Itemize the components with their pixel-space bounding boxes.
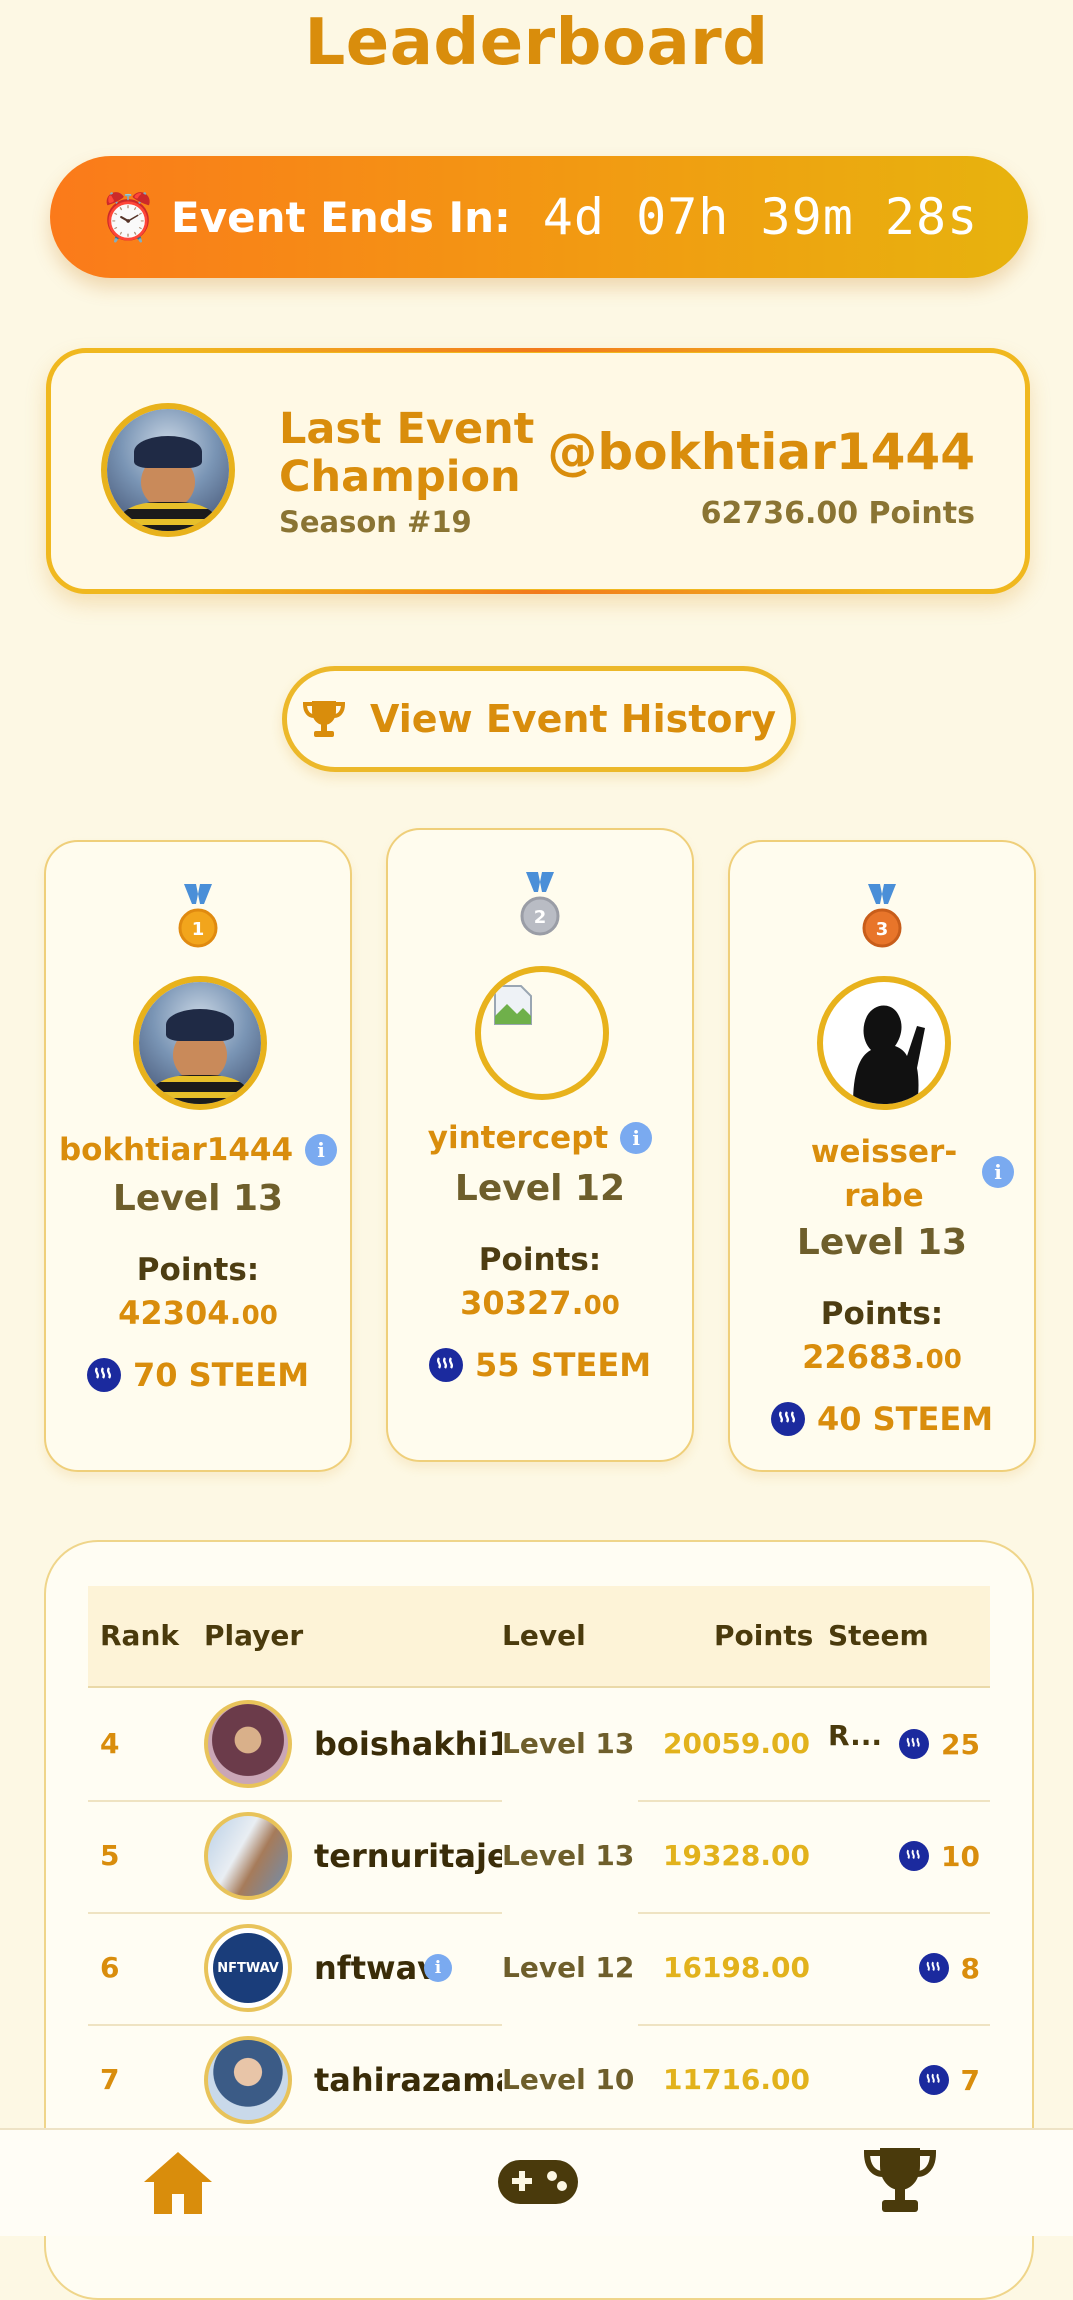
player-points: 16198.00 — [662, 1951, 810, 1984]
podium-reward: 40 STEEM — [816, 1400, 994, 1438]
champion-avatar — [101, 403, 235, 537]
player-avatar — [204, 1700, 292, 1788]
alarm-clock-icon: ⏰ — [99, 189, 158, 244]
table-row[interactable]: 5 ternuritajes Level 13 19328.00 10 — [88, 1800, 990, 1914]
info-icon[interactable]: i — [424, 1954, 452, 1982]
podium-username[interactable]: weisser-rabe — [794, 1130, 974, 1218]
podium-card-first[interactable]: 1 bokhtiar1444 i Level 13 Points: 42304.… — [44, 840, 352, 1472]
champion-season: Season #19 — [279, 505, 472, 539]
player-level: Level 13 — [502, 1688, 639, 1800]
podium-username[interactable]: bokhtiar1444 — [59, 1132, 293, 1168]
podium-points-label: Points: — [136, 1252, 260, 1288]
row-rank: 4 — [100, 1727, 120, 1760]
trophy-icon — [302, 701, 345, 737]
countdown-timer: 4d 07h 39m 28s — [542, 188, 979, 246]
info-icon[interactable]: i — [305, 1134, 338, 1166]
player-level: Level 13 — [502, 1800, 639, 1912]
table-row[interactable]: 4 boishakhi12 Level 13 20059.00 25 — [88, 1688, 990, 1802]
steem-icon — [770, 1402, 805, 1436]
player-avatar — [204, 1812, 292, 1900]
steem-icon — [899, 1841, 930, 1871]
row-rank: 6 — [100, 1951, 120, 1984]
player-reward: 25 — [941, 1727, 980, 1761]
podium-level: Level 13 — [796, 1222, 968, 1263]
champion-points: 62736.00 Points — [700, 496, 975, 531]
podium-points-value: 22683. — [802, 1338, 926, 1376]
home-icon[interactable] — [140, 2148, 216, 2218]
podium-points-value: 30327. — [460, 1284, 584, 1322]
player-reward: 10 — [941, 1839, 980, 1873]
countdown-label: Event Ends In: — [171, 192, 511, 242]
event-countdown-banner: ⏰ Event Ends In: 4d 07h 39m 28s — [50, 156, 1028, 278]
podium-card-second[interactable]: 2 yintercept i Level 12 Points: 30327.00… — [386, 828, 694, 1462]
podium-level: Level 12 — [454, 1168, 626, 1209]
player-points: 20059.00 — [662, 1727, 810, 1760]
info-icon[interactable]: i — [982, 1156, 1014, 1188]
champion-handle[interactable]: @bokhtiar1444 — [547, 423, 975, 481]
bottom-navigation — [0, 2128, 1073, 2236]
podium-points-label: Points: — [478, 1242, 602, 1278]
view-event-history-button[interactable]: View Event History — [282, 666, 796, 772]
steem-icon — [428, 1348, 463, 1382]
champion-title: Last Event Champion — [279, 404, 535, 502]
column-header-player[interactable]: Player — [204, 1586, 303, 1686]
podium-reward: 70 STEEM — [132, 1356, 310, 1394]
info-icon[interactable]: i — [620, 1122, 653, 1154]
player-points: 11716.00 — [662, 2063, 810, 2096]
bronze-medal-icon: 3 — [862, 884, 902, 948]
steem-icon — [899, 1729, 930, 1759]
podium-avatar — [133, 976, 267, 1110]
column-header-rank[interactable]: Rank — [100, 1586, 179, 1686]
silver-medal-icon: 2 — [520, 872, 560, 936]
player-reward: 7 — [960, 2063, 980, 2097]
broken-image-icon — [494, 985, 532, 1025]
podium-avatar-broken — [475, 966, 609, 1100]
row-rank: 7 — [100, 2063, 120, 2096]
steem-icon — [918, 2065, 949, 2095]
player-name[interactable]: nftwav — [314, 1912, 438, 2024]
trophy-icon[interactable] — [862, 2144, 938, 2218]
podium-card-third[interactable]: 3 weisser-rabe i Level 13 Points: 22683.… — [728, 840, 1036, 1472]
table-row[interactable]: 6 NFTWAV nftwav i Level 12 16198.00 8 — [88, 1912, 990, 2026]
svg-text:2: 2 — [534, 907, 547, 928]
page-title: Leaderboard — [304, 6, 769, 80]
nftwav-logo: NFTWAV — [213, 1933, 283, 2003]
table-header: Rank Player Level Points Steem R... — [88, 1586, 990, 1752]
gold-medal-icon: 1 — [178, 884, 218, 948]
player-avatar — [204, 2036, 292, 2124]
table-row[interactable]: 7 tahirazaman Level 10 11716.00 7 — [88, 2024, 990, 2136]
row-rank: 5 — [100, 1839, 120, 1872]
podium-level: Level 13 — [112, 1178, 284, 1219]
steem-icon — [918, 1953, 949, 1983]
podium-reward: 55 STEEM — [474, 1346, 652, 1384]
player-level: Level 10 — [502, 2024, 639, 2136]
column-header-level[interactable]: Level — [502, 1586, 586, 1686]
podium-points-decimal: 00 — [925, 1345, 962, 1375]
steem-icon — [86, 1358, 121, 1392]
podium-points-decimal: 00 — [241, 1301, 278, 1331]
player-level: Level 12 — [502, 1912, 639, 2024]
column-header-points[interactable]: Points — [714, 1586, 813, 1686]
podium-avatar — [817, 976, 951, 1110]
svg-text:3: 3 — [876, 919, 889, 940]
podium-points-value: 42304. — [118, 1294, 242, 1332]
player-reward: 8 — [960, 1951, 980, 1985]
player-avatar: NFTWAV — [204, 1924, 292, 2012]
history-button-label: View Event History — [369, 697, 777, 741]
podium-points-decimal: 00 — [583, 1291, 620, 1321]
podium-points-label: Points: — [820, 1296, 944, 1332]
podium-username[interactable]: yintercept — [428, 1120, 608, 1156]
player-points: 19328.00 — [662, 1839, 810, 1872]
last-champion-card: Last Event Champion Season #19 @bokhtiar… — [46, 348, 1030, 594]
gamepad-icon[interactable] — [496, 2156, 580, 2208]
silhouette-avatar-icon — [853, 1005, 925, 1104]
svg-text:1: 1 — [192, 919, 205, 940]
